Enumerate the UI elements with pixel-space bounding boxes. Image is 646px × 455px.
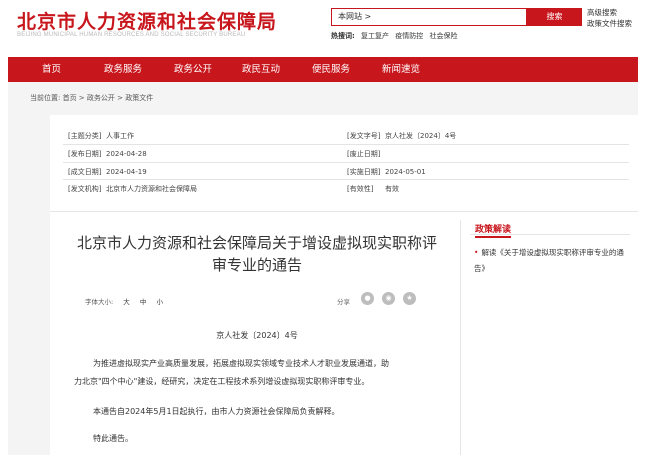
meta-value: 北京市人力资源和社会保障局 xyxy=(106,185,197,193)
breadcrumb[interactable]: 当前位置: 首页 > 政务公开 > 政策文件 xyxy=(30,93,153,103)
meta-value: 有效 xyxy=(385,185,399,193)
advanced-search-link[interactable]: 高级搜索 xyxy=(587,7,632,18)
nav-item-disclosure[interactable]: 政务公开 xyxy=(174,57,212,82)
sidebar-item-interpretation[interactable]: • 解读《关于增设虚拟现实职称评审专业的通告》 xyxy=(474,245,634,277)
meta-topic: [主题分类] 人事工作 xyxy=(68,131,134,141)
column-divider xyxy=(460,220,461,455)
meta-value: 2024-04-28 xyxy=(106,150,147,158)
meta-value: 京人社发〔2024〕4号 xyxy=(385,132,457,140)
section-divider xyxy=(50,211,638,212)
meta-pubdate: [发布日期] 2024-04-28 xyxy=(68,149,147,159)
font-size-label: 字体大小: xyxy=(85,298,114,306)
meta-key: [主题分类] xyxy=(68,132,102,140)
meta-key: [发文字号] xyxy=(347,132,381,140)
hot-word-link[interactable]: 疫情防控 xyxy=(395,32,423,40)
meta-docno: [发文字号] 京人社发〔2024〕4号 xyxy=(347,131,456,141)
font-size-small-button[interactable]: 小 xyxy=(156,298,163,306)
meta-issuer: [发文机构] 北京市人力资源和社会保障局 xyxy=(68,184,197,194)
meta-value: 2024-05-01 xyxy=(385,168,426,176)
meta-divider xyxy=(63,179,629,180)
meta-abolish: [废止日期] xyxy=(347,149,385,159)
nav-item-services[interactable]: 政务服务 xyxy=(104,57,142,82)
sidebar-divider xyxy=(470,234,630,235)
wechat-share-icon[interactable]: ● xyxy=(361,292,374,305)
meta-value: 人事工作 xyxy=(106,132,134,140)
search-button[interactable]: 搜索 xyxy=(527,8,582,26)
bullet-icon: • xyxy=(474,248,479,257)
nav-item-news[interactable]: 新闻速览 xyxy=(382,57,420,82)
font-size-tools: 字体大小: 大 中 小 xyxy=(85,296,163,306)
meta-divider xyxy=(63,144,629,145)
search-scope-select[interactable]: 本网站 > xyxy=(338,11,371,22)
meta-key: [发文机构] xyxy=(68,185,102,193)
font-size-large-button[interactable]: 大 xyxy=(123,298,130,306)
advanced-search-links: 高级搜索 政策文件搜索 xyxy=(587,7,632,29)
doc-number: 京人社发〔2024〕4号 xyxy=(216,331,298,340)
nav-item-interaction[interactable]: 政民互动 xyxy=(242,57,280,82)
meta-validity: [有效性] 有效 xyxy=(347,184,399,194)
article-title: 北京市人力资源和社会保障局关于增设虚拟现实职称评审专业的通告 xyxy=(76,234,437,274)
weibo-share-icon[interactable]: ◉ xyxy=(382,292,395,305)
main-nav: 首页 政务服务 政务公开 政民互动 便民服务 新闻速览 xyxy=(8,57,638,82)
nav-item-convenience[interactable]: 便民服务 xyxy=(312,57,350,82)
paragraph-line: 力北京"四个中心"建设，经研究，决定在工程技术系列增设虚拟现实职称评审专业。 xyxy=(74,377,370,386)
hot-search-label: 热搜词: xyxy=(331,32,355,40)
site-logo-subtitle: BEIJING MUNICIPAL HUMAN RESOURCES AND SO… xyxy=(17,32,246,38)
paragraph: 本通告自2024年5月1日起执行，由市人力资源社会保障局负责解释。 xyxy=(93,407,340,416)
meta-written: [成文日期] 2024-04-19 xyxy=(68,167,147,177)
sidebar-item-label[interactable]: 解读《关于增设虚拟现实职称评审专业的通告》 xyxy=(474,248,624,273)
meta-key: [实施日期] xyxy=(347,168,381,176)
meta-divider xyxy=(63,162,629,163)
share-label: 分享 xyxy=(337,298,350,306)
nav-item-home[interactable]: 首页 xyxy=(42,57,61,82)
meta-key: [废止日期] xyxy=(347,150,381,158)
qzone-share-icon[interactable]: ★ xyxy=(403,292,416,305)
meta-effective: [实施日期] 2024-05-01 xyxy=(347,167,426,177)
meta-key: [发布日期] xyxy=(68,150,102,158)
font-size-medium-button[interactable]: 中 xyxy=(140,298,147,306)
sidebar-title: 政策解读 xyxy=(475,222,512,238)
paragraph-line: 为推进虚拟现实产业高质量发展，拓展虚拟现实领域专业技术人才职业发展通道，助 xyxy=(93,359,389,368)
site-header: 北京市人力资源和社会保障局 BEIJING MUNICIPAL HUMAN RE… xyxy=(0,0,646,56)
policy-search-link[interactable]: 政策文件搜索 xyxy=(587,18,632,29)
meta-key: [成文日期] xyxy=(68,168,102,176)
search-input[interactable]: 本网站 > xyxy=(331,8,527,26)
site-logo-title[interactable]: 北京市人力资源和社会保障局 xyxy=(17,7,277,34)
paragraph: 特此通告。 xyxy=(93,434,133,443)
meta-key: [有效性] xyxy=(347,185,374,193)
meta-value: 2024-04-19 xyxy=(106,168,147,176)
hot-search-words: 热搜词: 复工复产 疫情防控 社会保险 xyxy=(331,31,462,41)
hot-word-link[interactable]: 复工复产 xyxy=(361,32,389,40)
hot-word-link[interactable]: 社会保险 xyxy=(430,32,458,40)
